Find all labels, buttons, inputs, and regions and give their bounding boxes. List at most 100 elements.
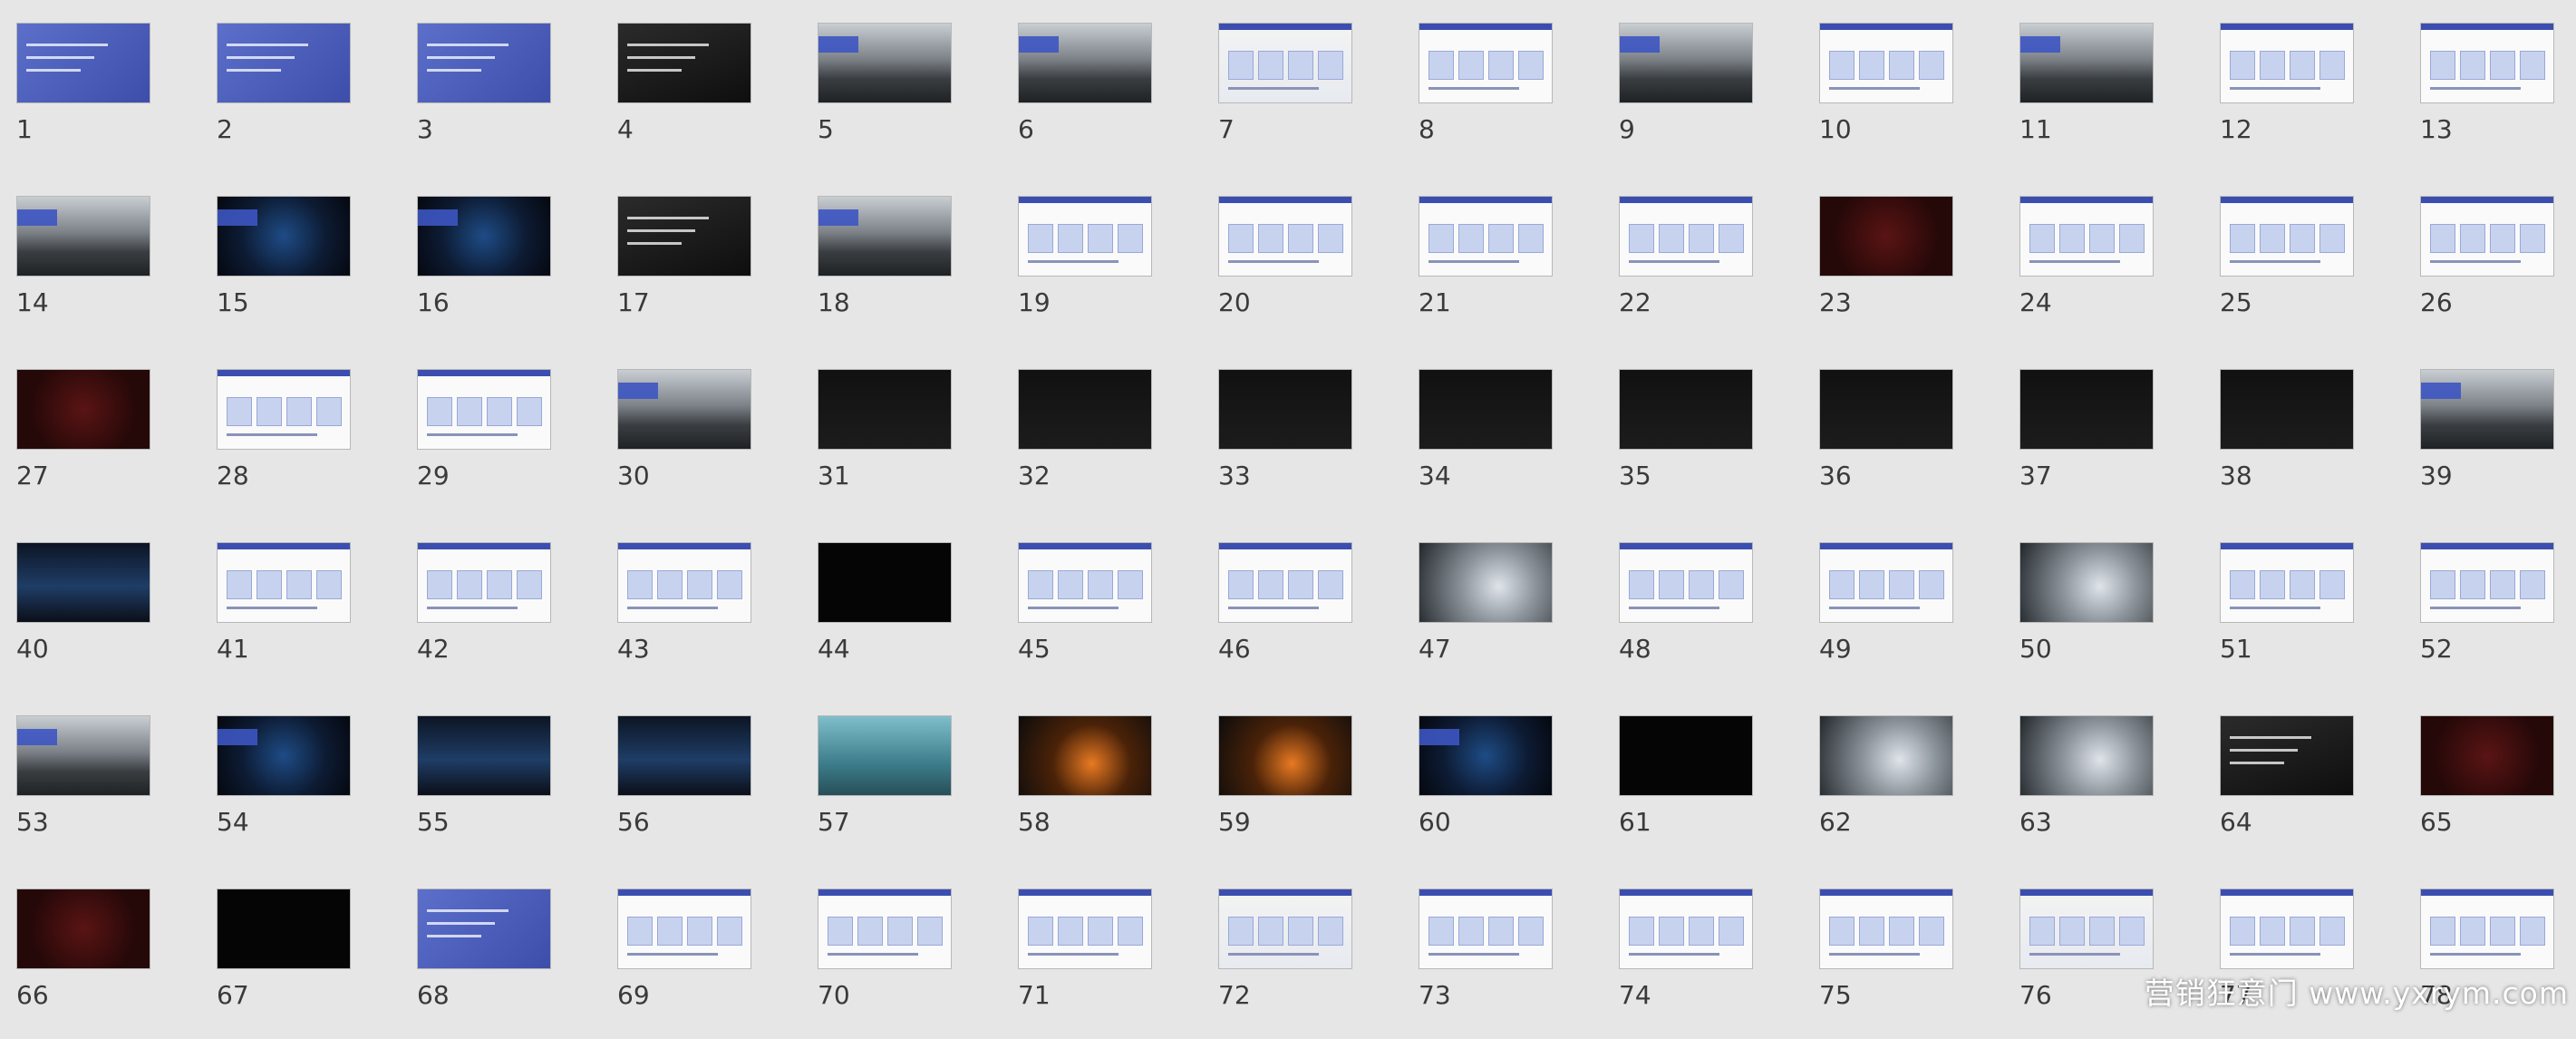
slide-thumbnail[interactable] [617, 196, 751, 277]
slide-item[interactable]: 20 [1218, 196, 1352, 346]
slide-thumbnail[interactable] [417, 715, 551, 796]
slide-thumbnail[interactable] [1218, 196, 1352, 277]
slide-item[interactable]: 17 [617, 196, 751, 346]
slide-item[interactable]: 14 [16, 196, 150, 346]
slide-item[interactable]: 59 [1218, 715, 1352, 866]
slide-thumbnail[interactable] [2420, 542, 2554, 623]
slide-thumbnail[interactable] [16, 888, 150, 969]
slide-item[interactable]: 66 [16, 888, 150, 1039]
slide-item[interactable]: 64 [2220, 715, 2354, 866]
slide-thumbnail[interactable] [1218, 888, 1352, 969]
slide-thumbnail[interactable] [2220, 715, 2354, 796]
slide-item[interactable]: 65 [2420, 715, 2554, 866]
slide-item[interactable]: 30 [617, 369, 751, 520]
slide-item[interactable]: 51 [2220, 542, 2354, 693]
slide-item[interactable]: 43 [617, 542, 751, 693]
slide-item[interactable]: 37 [2019, 369, 2154, 520]
slide-item[interactable]: 75 [1819, 888, 1953, 1039]
slide-item[interactable]: 38 [2220, 369, 2354, 520]
slide-item[interactable]: 2 [217, 23, 351, 173]
slide-thumbnail[interactable] [1619, 542, 1753, 623]
slide-item[interactable]: 39 [2420, 369, 2554, 520]
slide-thumbnail[interactable] [818, 196, 952, 277]
slide-item[interactable]: 72 [1218, 888, 1352, 1039]
slide-thumbnail[interactable] [16, 715, 150, 796]
slide-thumbnail[interactable] [617, 369, 751, 450]
slide-item[interactable]: 35 [1619, 369, 1753, 520]
slide-thumbnail[interactable] [417, 542, 551, 623]
slide-item[interactable]: 78 [2420, 888, 2554, 1039]
slide-item[interactable]: 45 [1018, 542, 1152, 693]
slide-item[interactable]: 56 [617, 715, 751, 866]
slide-item[interactable]: 3 [417, 23, 551, 173]
slide-thumbnail[interactable] [2019, 542, 2154, 623]
slide-item[interactable]: 13 [2420, 23, 2554, 173]
slide-thumbnail[interactable] [217, 23, 351, 103]
slide-item[interactable]: 21 [1419, 196, 1553, 346]
slide-item[interactable]: 48 [1619, 542, 1753, 693]
slide-thumbnail[interactable] [1619, 369, 1753, 450]
slide-thumbnail[interactable] [1218, 715, 1352, 796]
slide-item[interactable]: 54 [217, 715, 351, 866]
slide-thumbnail[interactable] [217, 542, 351, 623]
slide-item[interactable]: 6 [1018, 23, 1152, 173]
slide-thumbnail[interactable] [2019, 369, 2154, 450]
slide-item[interactable]: 71 [1018, 888, 1152, 1039]
slide-thumbnail[interactable] [16, 23, 150, 103]
slide-thumbnail[interactable] [818, 23, 952, 103]
slide-thumbnail[interactable] [1619, 715, 1753, 796]
slide-item[interactable]: 40 [16, 542, 150, 693]
slide-thumbnail[interactable] [2019, 23, 2154, 103]
slide-thumbnail[interactable] [1819, 715, 1953, 796]
slide-thumbnail[interactable] [417, 888, 551, 969]
slide-item[interactable]: 10 [1819, 23, 1953, 173]
slide-item[interactable]: 41 [217, 542, 351, 693]
slide-item[interactable]: 57 [818, 715, 952, 866]
slide-item[interactable]: 55 [417, 715, 551, 866]
slide-item[interactable]: 29 [417, 369, 551, 520]
slide-thumbnail[interactable] [217, 888, 351, 969]
slide-thumbnail[interactable] [217, 196, 351, 277]
slide-item[interactable]: 5 [818, 23, 952, 173]
slide-item[interactable]: 7 [1218, 23, 1352, 173]
slide-thumbnail[interactable] [617, 542, 751, 623]
slide-item[interactable]: 62 [1819, 715, 1953, 866]
slide-item[interactable]: 8 [1419, 23, 1553, 173]
slide-thumbnail[interactable] [1419, 542, 1553, 623]
slide-thumbnail[interactable] [1419, 715, 1553, 796]
slide-item[interactable]: 32 [1018, 369, 1152, 520]
slide-item[interactable]: 76 [2019, 888, 2154, 1039]
slide-item[interactable]: 4 [617, 23, 751, 173]
slide-item[interactable]: 27 [16, 369, 150, 520]
slide-item[interactable]: 67 [217, 888, 351, 1039]
slide-thumbnail[interactable] [1819, 23, 1953, 103]
slide-thumbnail[interactable] [1619, 888, 1753, 969]
slide-thumbnail[interactable] [2220, 23, 2354, 103]
slide-thumbnail[interactable] [1218, 542, 1352, 623]
slide-thumbnail[interactable] [1419, 369, 1553, 450]
slide-thumbnail[interactable] [1819, 888, 1953, 969]
slide-thumbnail[interactable] [617, 888, 751, 969]
slide-item[interactable]: 44 [818, 542, 952, 693]
slide-item[interactable]: 61 [1619, 715, 1753, 866]
slide-thumbnail[interactable] [2220, 196, 2354, 277]
slide-thumbnail[interactable] [818, 542, 952, 623]
slide-item[interactable]: 53 [16, 715, 150, 866]
slide-thumbnail[interactable] [2420, 23, 2554, 103]
slide-item[interactable]: 36 [1819, 369, 1953, 520]
slide-thumbnail[interactable] [16, 196, 150, 277]
slide-item[interactable]: 28 [217, 369, 351, 520]
slide-thumbnail[interactable] [1018, 369, 1152, 450]
slide-thumbnail[interactable] [2420, 888, 2554, 969]
slide-thumbnail[interactable] [2220, 888, 2354, 969]
slide-thumbnail[interactable] [2220, 369, 2354, 450]
slide-thumbnail[interactable] [1619, 23, 1753, 103]
slide-item[interactable]: 42 [417, 542, 551, 693]
slide-thumbnail[interactable] [818, 888, 952, 969]
slide-thumbnail[interactable] [2019, 715, 2154, 796]
slide-item[interactable]: 34 [1419, 369, 1553, 520]
slide-thumbnail[interactable] [16, 369, 150, 450]
slide-item[interactable]: 1 [16, 23, 150, 173]
slide-thumbnail[interactable] [818, 369, 952, 450]
slide-item[interactable]: 58 [1018, 715, 1152, 866]
